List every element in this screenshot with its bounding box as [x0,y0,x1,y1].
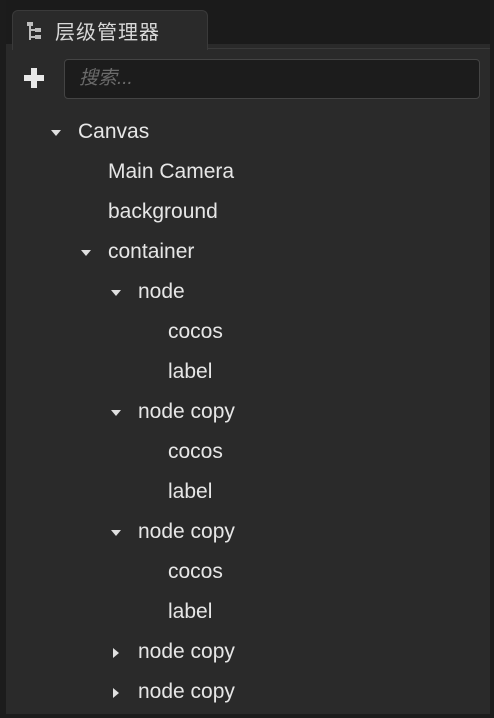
tree-node-label: node copy [138,680,235,703]
tree-node-label: Canvas [78,120,150,143]
tree-node-label: node copy [138,640,235,663]
add-node-button[interactable] [22,66,46,90]
tree-node[interactable]: background [6,192,490,232]
tree-node-label: container [108,240,195,263]
tree-node[interactable]: Canvas [6,112,490,152]
tree-node[interactable]: node copy [6,512,490,552]
tab-divider [208,48,490,49]
hierarchy-icon [25,20,47,42]
expand-arrow-right-icon[interactable] [110,686,122,698]
tree-node[interactable]: node copy [6,392,490,432]
tree-node[interactable]: label [6,472,490,512]
tree-node-label: label [168,600,213,623]
tree-node-label: background [108,200,218,223]
tree-node[interactable]: container [6,232,490,272]
node-tree: Canvas Main Camera background container node… [6,112,490,712]
tree-node[interactable]: cocos [6,552,490,592]
tree-node-label: cocos [168,440,223,463]
hierarchy-panel: 层级管理器 Canvas Main Camera background contain… [0,0,494,718]
expand-arrow-right-icon[interactable] [110,646,122,658]
expand-arrow-down-icon[interactable] [50,126,62,138]
tree-node-label: cocos [168,320,223,343]
plus-icon [24,68,44,88]
tab-bar: 层级管理器 [6,0,490,50]
tree-node-label: node [138,280,185,303]
toolbar [6,52,490,108]
tree-node-label: label [168,360,213,383]
expand-arrow-down-icon[interactable] [110,286,122,298]
expand-arrow-down-icon[interactable] [110,526,122,538]
tree-node-label: node copy [138,400,235,423]
panel-title: 层级管理器 [55,22,160,44]
tree-node-label: Main Camera [108,160,235,183]
tree-node[interactable]: label [6,592,490,632]
tree-node-label: label [168,480,213,503]
tree-node-label: node copy [138,520,235,543]
tab-hierarchy[interactable]: 层级管理器 [12,10,208,50]
tree-node[interactable]: node copy [6,672,490,712]
tree-node[interactable]: Main Camera [6,152,490,192]
search-input[interactable] [64,59,480,99]
tree-node[interactable]: node copy [6,632,490,672]
tree-node-label: cocos [168,560,223,583]
expand-arrow-down-icon[interactable] [80,246,92,258]
expand-arrow-down-icon[interactable] [110,406,122,418]
tree-node[interactable]: label [6,352,490,392]
tree-node[interactable]: node [6,272,490,312]
tree-node[interactable]: cocos [6,312,490,352]
tree-node[interactable]: cocos [6,432,490,472]
